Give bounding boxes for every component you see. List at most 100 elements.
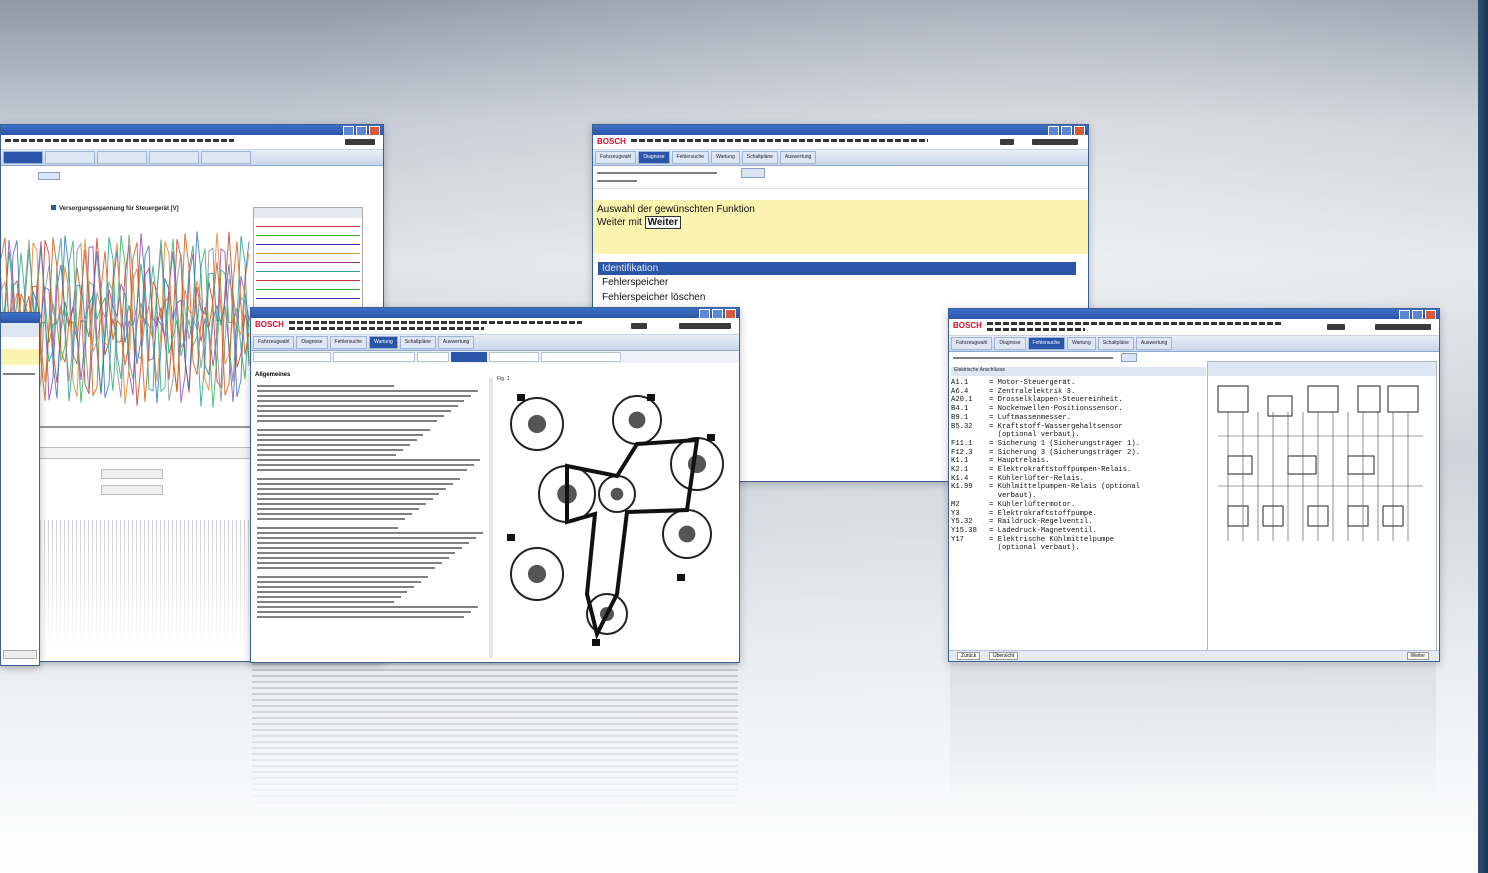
tab-wartung[interactable] — [97, 151, 147, 164]
text-line — [257, 591, 408, 593]
list-item[interactable]: Identifikation — [598, 262, 1076, 275]
component-description: verbaut). — [997, 492, 1037, 501]
legend-row[interactable] — [256, 281, 360, 290]
legend-row[interactable] — [256, 290, 360, 299]
bosch-logo: BOSCH — [953, 321, 982, 330]
list-item[interactable]: Fehlerspeicher — [598, 275, 1076, 290]
legend-row[interactable] — [256, 218, 360, 227]
prompt-text-2: Weiter mit — [597, 217, 642, 228]
tab-auswertung[interactable]: Auswertung — [1135, 337, 1173, 350]
legend-row[interactable] — [256, 245, 360, 254]
component-list: A1.1 = Motor-Steuergerät. A6.4 = Zentralele… — [951, 379, 1205, 553]
text-line — [257, 488, 447, 490]
schematic-panel — [1207, 361, 1437, 651]
pulley-hub — [527, 414, 547, 434]
chart-title: Versorgungsspannung für Steuergerät [V] — [51, 205, 179, 212]
tab-fehlersuche[interactable]: Fehlersuche — [329, 336, 368, 349]
list-item: B5.32 = Kraftstoff-Wassergehaltsensor — [951, 422, 1123, 431]
component-code: K2.1 — [951, 466, 969, 475]
tab-fahrzeugwahl[interactable]: Fahrzeugwahl — [253, 336, 295, 349]
legend-row[interactable] — [256, 227, 360, 236]
component-code: K1.1 — [951, 457, 969, 466]
tab-wartung[interactable]: Wartung — [711, 151, 740, 164]
legend-row[interactable] — [256, 263, 360, 272]
tab-schaltplaene[interactable]: Schaltpläne — [1097, 337, 1134, 350]
list-item: (optional verbaut). — [951, 431, 1205, 440]
component-code: Y15.38 — [951, 526, 977, 535]
overview-button[interactable]: Übersicht — [989, 652, 1019, 660]
text-line — [257, 503, 426, 505]
pulley-hub — [610, 487, 624, 501]
list-item: Y5.32 = Raildruck-Regelventil. — [951, 518, 1093, 527]
sub-tab[interactable] — [253, 352, 331, 362]
main-tabs: Fahrzeugwahl Diagnose Fehlersuche Wartun… — [593, 150, 1088, 166]
text-line — [257, 390, 479, 392]
tab-auswertung[interactable] — [201, 151, 251, 164]
tab-diagnose[interactable]: Diagnose — [638, 151, 670, 164]
sub-tab[interactable] — [451, 352, 487, 362]
callout-marker — [647, 394, 655, 401]
list-item: F12.3 = Sicherung 3 (Sicherungsträger 2). — [951, 448, 1140, 457]
component-description: Kühlmittelpumpen-Relais (optional — [997, 483, 1140, 492]
component-code: B9.1 — [951, 413, 969, 422]
callout-marker — [592, 639, 600, 646]
text-line — [257, 444, 410, 446]
tab-fehlersuche[interactable] — [45, 151, 95, 164]
component-code: K1.99 — [951, 483, 973, 492]
text-line — [257, 469, 467, 471]
tab-auswertung[interactable]: Auswertung — [779, 151, 817, 164]
tab-schaltplaene[interactable]: Schaltpläne — [741, 151, 778, 164]
legend-row[interactable] — [256, 254, 360, 263]
sub-tab[interactable] — [489, 352, 539, 362]
schematic-component — [1217, 385, 1249, 413]
component-code: K1.4 — [951, 474, 969, 483]
component-code: A1.1 — [951, 379, 969, 387]
text-line — [257, 527, 399, 529]
repair-manual-window: BOSCH Fahrzeugwahl Diagnose Fehlersuche … — [250, 307, 740, 663]
tab-diagnose[interactable] — [3, 151, 43, 164]
tab-wartung[interactable]: Wartung — [1067, 337, 1096, 350]
text-line — [257, 601, 394, 603]
text-line — [257, 508, 419, 510]
sub-tab[interactable] — [333, 352, 415, 362]
text-line — [257, 576, 428, 578]
component-code: A6.4 — [951, 387, 969, 396]
component-description: Sicherung 1 (Sicherungsträger 1). — [997, 439, 1140, 448]
list-item[interactable]: Fehlerspeicher löschen — [598, 290, 1076, 305]
component-code: Y17 — [951, 535, 964, 544]
tab-diagnose[interactable]: Diagnose — [994, 337, 1026, 350]
callout-marker — [507, 534, 515, 541]
tab-fehlersuche[interactable]: Fehlersuche — [1027, 337, 1066, 350]
list-item: F11.1 = Sicherung 1 (Sicherungsträger 1). — [951, 439, 1140, 448]
text-line — [257, 400, 465, 402]
tab-schaltplaene[interactable]: Schaltpläne — [399, 336, 436, 349]
pulley-hub — [687, 454, 707, 474]
text-line — [257, 459, 481, 461]
tab-auswertung[interactable]: Auswertung — [437, 336, 475, 349]
tab-wartung[interactable]: Wartung — [369, 336, 398, 349]
component-code: B5.32 — [951, 422, 973, 431]
tab-fahrzeugwahl[interactable]: Fahrzeugwahl — [595, 151, 637, 164]
component-code: B4.1 — [951, 405, 969, 414]
legend-row[interactable] — [256, 272, 360, 281]
component-description: Motor-Steuergerät. — [997, 379, 1076, 387]
component-description: Ladedruck-Magnetventil. — [997, 526, 1097, 535]
tab-diagnose[interactable]: Diagnose — [296, 336, 328, 349]
signal-legend — [253, 207, 363, 309]
text-line — [257, 449, 403, 451]
list-item: K2.1 = Elektrokraftstoffpumpen-Relais. — [951, 466, 1132, 475]
list-item: Y17 = Elektrische Kühlmittelpumpe — [951, 535, 1115, 544]
list-item: M2 = Kühlerlüftermotor. — [951, 500, 1076, 509]
legend-row[interactable] — [256, 236, 360, 245]
tab-fahrzeugwahl[interactable]: Fahrzeugwahl — [951, 337, 993, 350]
callout-marker — [677, 574, 685, 581]
sub-tab[interactable] — [417, 352, 449, 362]
sub-tab[interactable] — [541, 352, 621, 362]
next-button[interactable]: Weiter — [1406, 652, 1429, 660]
back-button[interactable]: Zurück — [957, 652, 981, 660]
schematic-component — [1347, 505, 1369, 527]
tab-schaltplaene[interactable] — [149, 151, 199, 164]
component-description: (optional verbaut). — [997, 544, 1080, 553]
tab-fehlersuche[interactable]: Fehlersuche — [671, 151, 710, 164]
weiter-button[interactable]: Weiter — [644, 216, 681, 229]
